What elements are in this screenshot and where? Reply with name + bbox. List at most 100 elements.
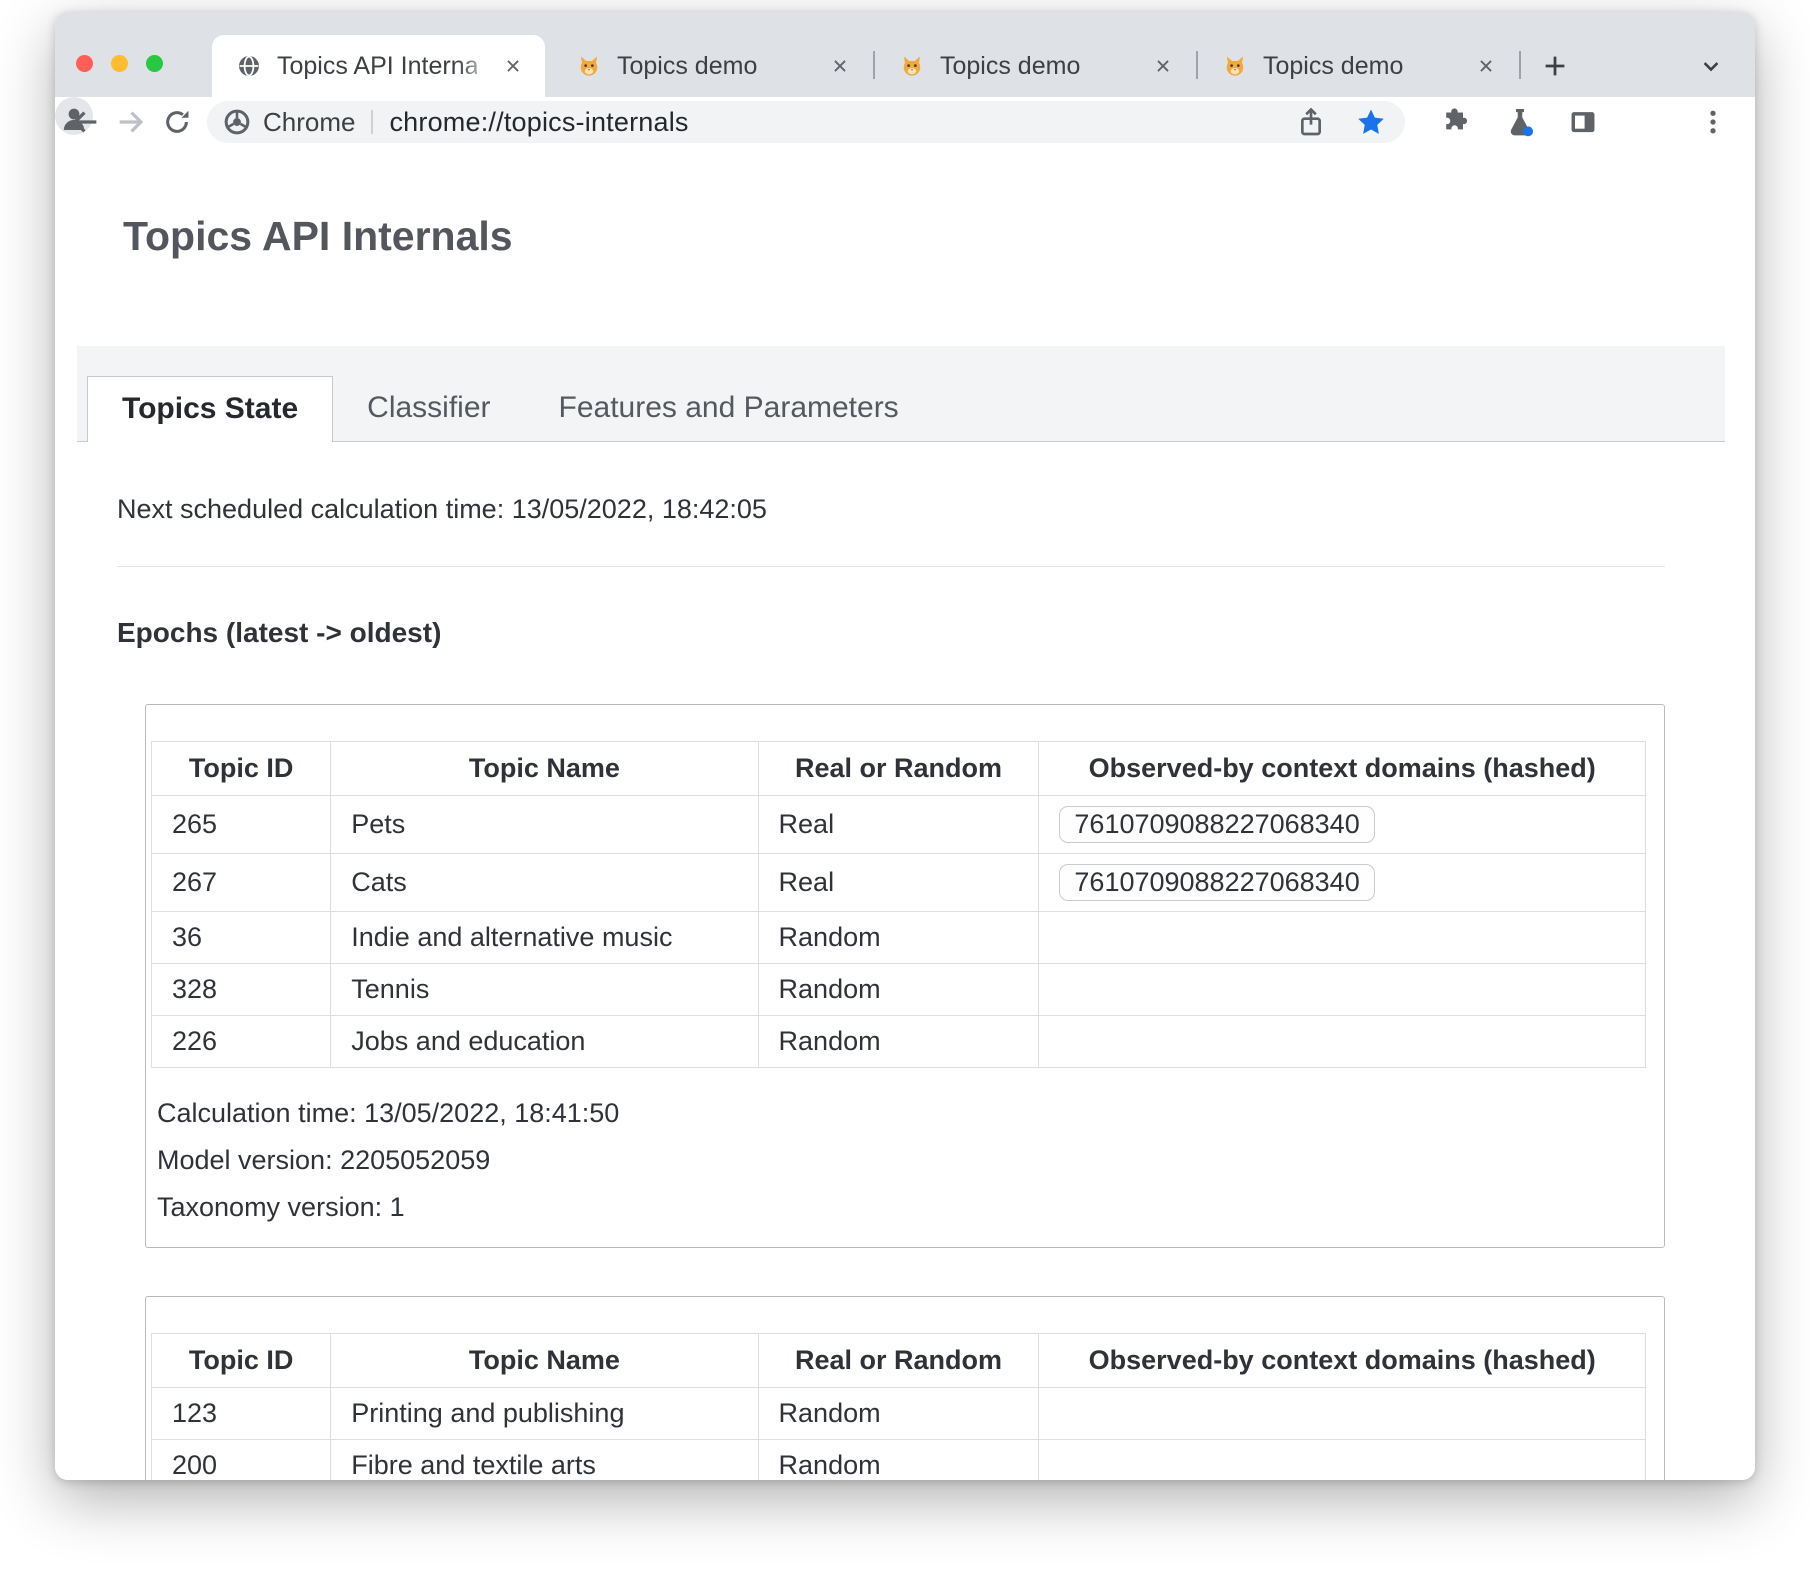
browser-tab-topics-demo-3[interactable]: Topics demo: [1198, 35, 1518, 97]
topic-name-cell: Jobs and education: [331, 1016, 758, 1068]
real-or-random-cell: Real: [758, 796, 1039, 854]
epoch-box: Topic ID Topic Name Real or Random Obser…: [145, 1296, 1665, 1480]
topics-state-panel: Next scheduled calculation time: 13/05/2…: [77, 442, 1725, 1480]
tab-title: Topics demo: [1263, 52, 1403, 81]
topic-id-cell: 265: [152, 796, 331, 854]
next-calculation-time: Next scheduled calculation time: 13/05/2…: [117, 494, 1665, 525]
col-topic-id: Topic ID: [152, 742, 331, 796]
epoch-table: Topic ID Topic Name Real or Random Obser…: [151, 1333, 1646, 1480]
table-header-row: Topic ID Topic Name Real or Random Obser…: [152, 1334, 1646, 1388]
browser-tab-topics-internals[interactable]: Topics API Internals: [212, 35, 545, 97]
table-row: 265PetsReal 7610709088227068340: [152, 796, 1646, 854]
epoch-metadata: Calculation time: 13/05/2022, 18:41:50 M…: [157, 1098, 1646, 1223]
real-or-random-cell: Random: [758, 912, 1039, 964]
topic-name-cell: Cats: [331, 854, 758, 912]
divider: [117, 566, 1665, 567]
topic-id-cell: 36: [152, 912, 331, 964]
tab-title: Topics API Internals: [277, 52, 477, 81]
tab-title: Topics demo: [617, 52, 757, 81]
table-row: 123Printing and publishingRandom: [152, 1388, 1646, 1440]
cat-icon: [1222, 53, 1248, 79]
extensions-puzzle-icon[interactable]: [1435, 102, 1475, 142]
tab-search-chevron-icon[interactable]: [1693, 48, 1729, 84]
chrome-logo-icon: [223, 108, 251, 136]
window-close-button[interactable]: [76, 55, 93, 72]
topic-id-cell: 328: [152, 964, 331, 1016]
observed-domains-cell: [1039, 1440, 1646, 1481]
taxonomy-version: Taxonomy version: 1: [157, 1192, 1646, 1223]
real-or-random-cell: Random: [758, 964, 1039, 1016]
topic-name-cell: Indie and alternative music: [331, 912, 758, 964]
cat-icon: [576, 53, 602, 79]
topic-name-cell: Printing and publishing: [331, 1388, 758, 1440]
browser-tabstrip: Topics API Internals Topics demo Topics …: [55, 12, 1755, 97]
reload-button[interactable]: [157, 102, 197, 142]
browser-tab-topics-demo-2[interactable]: Topics demo: [875, 35, 1195, 97]
topics-tab-box: Topics State Classifier Features and Par…: [77, 346, 1725, 1480]
observed-domains-cell: [1039, 964, 1646, 1016]
experiments-flask-icon[interactable]: [1500, 102, 1540, 142]
hashed-domain-chip: 7610709088227068340: [1059, 806, 1374, 843]
tab-close-icon[interactable]: [826, 52, 854, 80]
col-real-or-random: Real or Random: [758, 1334, 1039, 1388]
col-observed-domains: Observed-by context domains (hashed): [1039, 1334, 1646, 1388]
menu-dots-icon[interactable]: [1693, 102, 1733, 142]
window-minimize-button[interactable]: [111, 55, 128, 72]
real-or-random-cell: Real: [758, 854, 1039, 912]
bookmark-star-icon[interactable]: [1353, 104, 1389, 140]
calculation-time: Calculation time: 13/05/2022, 18:41:50: [157, 1098, 1646, 1129]
cat-icon: [899, 53, 925, 79]
new-tab-button[interactable]: [1537, 48, 1573, 84]
table-row: 328TennisRandom: [152, 964, 1646, 1016]
topic-id-cell: 123: [152, 1388, 331, 1440]
tab-title: Topics demo: [940, 52, 1080, 81]
epoch-box: Topic ID Topic Name Real or Random Obser…: [145, 704, 1665, 1248]
col-topic-name: Topic Name: [331, 1334, 758, 1388]
col-observed-domains: Observed-by context domains (hashed): [1039, 742, 1646, 796]
tab-separator: [1519, 51, 1521, 79]
browser-toolbar: Chrome chrome://topics-internals: [55, 97, 1755, 147]
col-topic-name: Topic Name: [331, 742, 758, 796]
real-or-random-cell: Random: [758, 1016, 1039, 1068]
tab-close-icon[interactable]: [499, 52, 527, 80]
col-topic-id: Topic ID: [152, 1334, 331, 1388]
table-row: 226Jobs and educationRandom: [152, 1016, 1646, 1068]
page-content: Topics API Internals Topics State Classi…: [55, 147, 1755, 1480]
back-button[interactable]: [65, 102, 105, 142]
observed-domains-cell: [1039, 1388, 1646, 1440]
col-real-or-random: Real or Random: [758, 742, 1039, 796]
epochs-heading: Epochs (latest -> oldest): [117, 617, 1665, 649]
share-icon[interactable]: [1293, 104, 1329, 140]
observed-domains-cell: [1039, 912, 1646, 964]
address-bar[interactable]: Chrome chrome://topics-internals: [207, 101, 1405, 143]
table-row: 36Indie and alternative musicRandom: [152, 912, 1646, 964]
tab-close-icon[interactable]: [1149, 52, 1177, 80]
tab-title-fade: [457, 49, 503, 83]
hashed-domain-chip: 7610709088227068340: [1059, 864, 1374, 901]
globe-icon: [236, 53, 262, 79]
tab-features-and-parameters[interactable]: Features and Parameters: [525, 376, 933, 441]
observed-domains-cell: 7610709088227068340: [1039, 854, 1646, 912]
page-tabstrip: Topics State Classifier Features and Par…: [77, 346, 1725, 442]
omnibox-divider: [371, 110, 373, 134]
real-or-random-cell: Random: [758, 1388, 1039, 1440]
forward-button[interactable]: [111, 102, 151, 142]
page-title: Topics API Internals: [123, 213, 1755, 260]
browser-window: Topics API Internals Topics demo Topics …: [55, 12, 1755, 1480]
tab-close-icon[interactable]: [1472, 52, 1500, 80]
tab-classifier[interactable]: Classifier: [333, 376, 524, 441]
model-version: Model version: 2205052059: [157, 1145, 1646, 1176]
observed-domains-cell: 7610709088227068340: [1039, 796, 1646, 854]
topic-name-cell: Pets: [331, 796, 758, 854]
side-panel-icon[interactable]: [1563, 102, 1603, 142]
site-chip-label: Chrome: [263, 107, 355, 138]
topic-id-cell: 200: [152, 1440, 331, 1481]
window-zoom-button[interactable]: [146, 55, 163, 72]
topic-name-cell: Tennis: [331, 964, 758, 1016]
epoch-table: Topic ID Topic Name Real or Random Obser…: [151, 741, 1646, 1068]
tab-topics-state[interactable]: Topics State: [87, 376, 333, 442]
topic-name-cell: Fibre and textile arts: [331, 1440, 758, 1481]
real-or-random-cell: Random: [758, 1440, 1039, 1481]
browser-tab-topics-demo-1[interactable]: Topics demo: [552, 35, 872, 97]
topic-id-cell: 267: [152, 854, 331, 912]
